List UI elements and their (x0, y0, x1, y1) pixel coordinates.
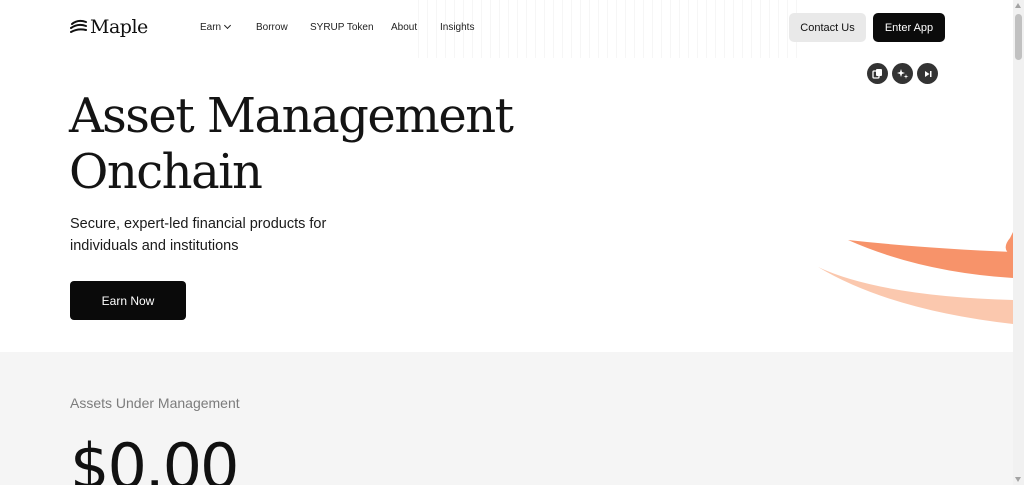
hero-subtitle: Secure, expert-led financial products fo… (70, 216, 327, 254)
maple-logo[interactable]: Maple (70, 16, 148, 38)
vertical-scrollbar[interactable] (1013, 0, 1024, 485)
title-line-1: Asset Management (69, 88, 514, 144)
aum-section: Assets Under Management $0.00 (0, 352, 1013, 485)
earn-now-button[interactable]: Earn Now (70, 281, 186, 320)
decorative-wave (818, 232, 1013, 324)
scrollbar-thumb[interactable] (1015, 14, 1022, 60)
title-line-2: Onchain (69, 144, 263, 200)
page: Maple Earn Borrow SYRUP Token About Insi… (0, 0, 1013, 485)
skip-icon[interactable] (917, 63, 938, 84)
nav-item-about[interactable]: About (391, 22, 417, 33)
page-title: Asset Management Onchain (69, 88, 514, 200)
scroll-down-icon[interactable] (1015, 477, 1021, 482)
nav-item-insights[interactable]: Insights (440, 22, 474, 33)
nav-item-label: Earn (200, 22, 222, 33)
sparkle-icon[interactable] (892, 63, 913, 84)
nav-item-borrow[interactable]: Borrow (256, 22, 288, 33)
nav-item-earn[interactable]: Earn (200, 21, 232, 33)
chevron-down-icon (224, 21, 232, 30)
contact-us-button[interactable]: Contact Us (789, 13, 866, 42)
nav-item-syrup-token[interactable]: SYRUP Token (310, 22, 374, 33)
aum-value: $0.00 (70, 430, 239, 485)
floating-tools (867, 63, 938, 84)
enter-app-button[interactable]: Enter App (873, 13, 945, 42)
scroll-up-icon[interactable] (1015, 3, 1021, 8)
maple-logo-icon (70, 19, 87, 33)
copy-icon[interactable] (867, 63, 888, 84)
aum-label: Assets Under Management (70, 395, 240, 411)
brand-name: Maple (90, 16, 148, 38)
